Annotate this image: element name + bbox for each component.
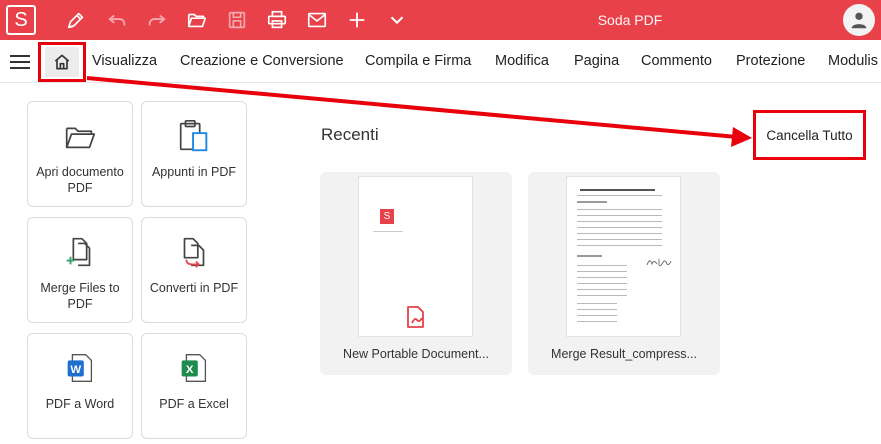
tab-moduli[interactable]: Modulis <box>828 40 878 83</box>
file-thumbnail: S <box>358 176 473 337</box>
undo-icon[interactable] <box>105 8 129 32</box>
tab-modifica[interactable]: Modifica <box>495 40 549 83</box>
save-icon[interactable] <box>225 8 249 32</box>
signature-mark <box>645 255 673 269</box>
merge-files-tile[interactable]: Merge Files to PDF <box>27 217 133 323</box>
print-icon[interactable] <box>265 8 289 32</box>
tab-compila-firma[interactable]: Compila e Firma <box>365 40 471 83</box>
open-folder-icon[interactable] <box>185 8 209 32</box>
user-avatar-icon[interactable] <box>843 4 875 36</box>
tab-creazione-conversione[interactable]: Creazione e Conversione <box>180 40 344 83</box>
convert-to-pdf-tile[interactable]: Converti in PDF <box>141 217 247 323</box>
recent-file-card[interactable]: Merge Result_compress... <box>528 172 720 375</box>
merge-files-icon <box>28 232 132 272</box>
soda-logo[interactable]: S <box>6 5 36 35</box>
tab-protezione[interactable]: Protezione <box>736 40 805 83</box>
home-tab[interactable] <box>38 42 86 82</box>
soda-mini-logo: S <box>380 209 394 224</box>
word-icon: W <box>28 348 132 388</box>
pdf-to-word-tile[interactable]: W PDF a Word <box>27 333 133 439</box>
open-folder-icon <box>28 116 132 156</box>
pdf-to-excel-tile[interactable]: X PDF a Excel <box>141 333 247 439</box>
pdf-file-icon <box>405 305 427 329</box>
recent-file-name: New Portable Document... <box>343 347 489 361</box>
svg-text:W: W <box>70 364 81 376</box>
excel-icon: X <box>142 348 246 388</box>
svg-text:X: X <box>186 364 194 376</box>
mail-icon[interactable] <box>305 8 329 32</box>
file-thumbnail <box>566 176 681 337</box>
plus-icon[interactable] <box>345 8 369 32</box>
recent-heading: Recenti <box>321 125 379 144</box>
clipboard-to-pdf-tile[interactable]: Appunti in PDF <box>141 101 247 207</box>
convert-icon <box>142 232 246 272</box>
recent-file-name: Merge Result_compress... <box>551 347 697 361</box>
chevron-down-icon[interactable] <box>385 8 409 32</box>
clipboard-icon <box>142 116 246 156</box>
app-title: Soda PDF <box>597 12 663 28</box>
ribbon-menu: Visualizza Creazione e Conversione Compi… <box>0 40 881 83</box>
tab-visualizza[interactable]: Visualizza <box>92 40 157 83</box>
hamburger-menu-icon[interactable] <box>10 53 32 71</box>
redo-icon[interactable] <box>145 8 169 32</box>
recent-file-card[interactable]: S New Portable Document... <box>320 172 512 375</box>
pen-icon[interactable] <box>64 8 88 32</box>
tab-commento[interactable]: Commento <box>641 40 712 83</box>
tab-pagina[interactable]: Pagina <box>574 40 619 83</box>
title-bar: S Soda PDF <box>0 0 881 40</box>
open-pdf-tile[interactable]: Apri documento PDF <box>27 101 133 207</box>
clear-all-button[interactable]: Cancella Tutto <box>753 110 866 160</box>
home-icon <box>54 54 70 70</box>
